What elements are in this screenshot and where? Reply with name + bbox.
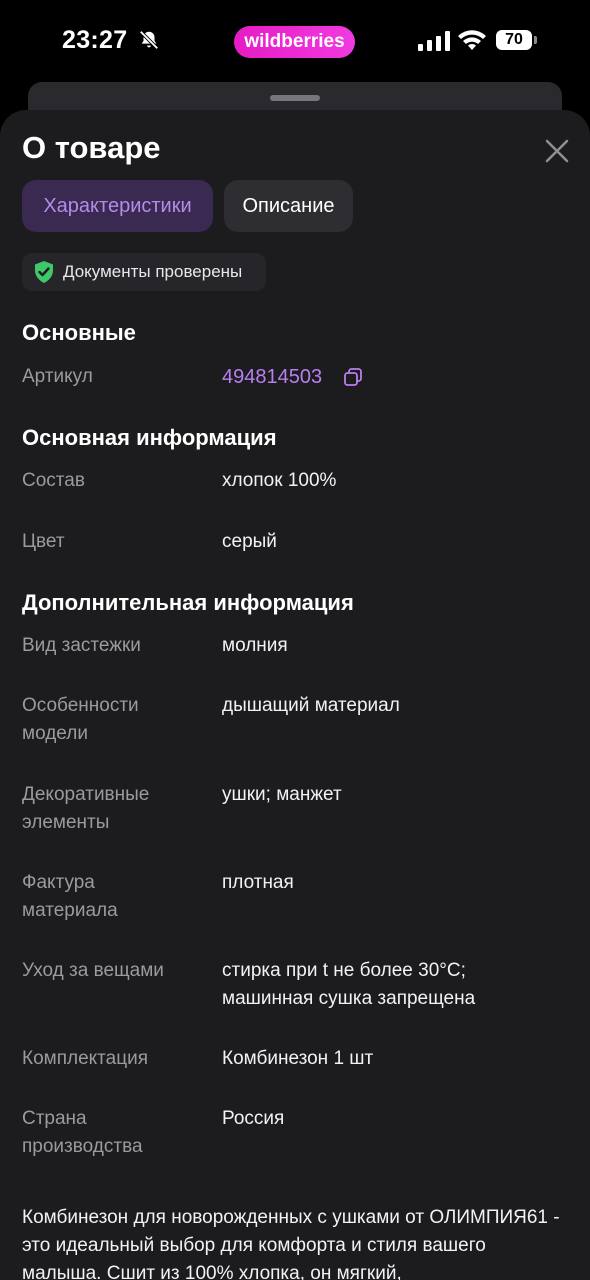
spec-label: Фактура материала <box>22 872 118 921</box>
spec-value: стирка при t не более 30°С; машинная суш… <box>222 960 476 1009</box>
copy-icon[interactable] <box>343 367 363 387</box>
spec-value: Россия <box>222 1108 285 1129</box>
status-bar: 23:27 wildberries 70 <box>0 0 590 80</box>
brand-pill[interactable]: wildberries <box>234 26 355 58</box>
wifi-icon <box>458 30 486 50</box>
spec-label: Страна производства <box>22 1108 143 1157</box>
battery-icon: 70 <box>496 30 532 50</box>
article-label: Артикул <box>22 366 93 387</box>
section-title-additional: Дополнительная информация <box>22 590 354 615</box>
spec-value: Комбинезон 1 шт <box>222 1048 374 1069</box>
spec-label: Состав <box>22 470 85 491</box>
spec-value: хлопок 100% <box>222 470 337 491</box>
spec-value: ушки; манжет <box>222 784 342 805</box>
spec-value: дышащий материал <box>222 695 400 716</box>
spec-value: серый <box>222 531 277 552</box>
product-description: Комбинезон для новорожденных с ушками от… <box>22 1207 560 1280</box>
cellular-signal-icon <box>418 31 450 51</box>
spec-label: Цвет <box>22 531 65 552</box>
shield-check-icon <box>35 261 53 283</box>
verified-label: Документы проверены <box>63 262 243 281</box>
product-info-sheet: О товаре Характеристики Описание Докумен… <box>0 110 590 1280</box>
spec-label: Уход за вещами <box>22 960 164 981</box>
spec-label: Особенности модели <box>22 695 139 744</box>
spec-value: плотная <box>222 872 294 893</box>
sheet-grabber[interactable] <box>270 95 320 101</box>
article-number[interactable]: 494814503 <box>222 363 322 391</box>
spec-label: Комплектация <box>22 1048 149 1069</box>
spec-value: молния <box>222 635 288 656</box>
spec-label: Вид застежки <box>22 635 141 656</box>
verified-badge: Документы проверены <box>22 253 266 291</box>
status-time: 23:27 <box>62 26 128 54</box>
close-icon[interactable] <box>540 134 574 168</box>
tab-description[interactable]: Описание <box>224 180 353 232</box>
bell-slash-icon <box>139 30 159 50</box>
spec-label: Декоративные элементы <box>22 784 150 833</box>
battery-tip <box>534 36 537 44</box>
sheet-title: О товаре <box>22 130 161 165</box>
tab-characteristics[interactable]: Характеристики <box>22 180 213 232</box>
section-title-basic: Основные <box>22 320 136 345</box>
section-title-main-info: Основная информация <box>22 425 277 450</box>
